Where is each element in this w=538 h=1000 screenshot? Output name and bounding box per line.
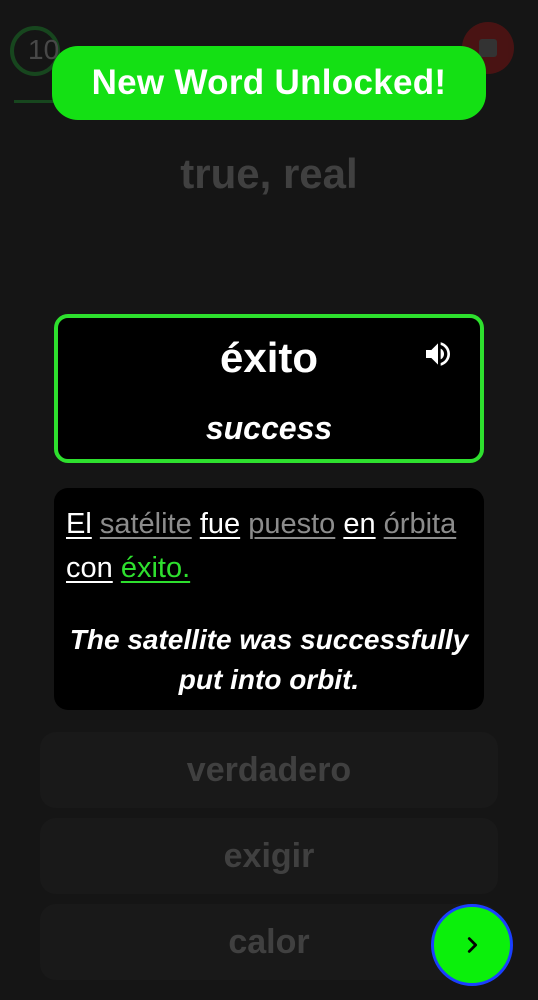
chevron-right-icon bbox=[467, 937, 478, 953]
sentence-word[interactable]: órbita bbox=[384, 508, 457, 540]
answer-option-2[interactable]: exigir bbox=[40, 818, 498, 894]
answer-option-1[interactable]: verdadero bbox=[40, 732, 498, 808]
sentence-word[interactable]: satélite bbox=[100, 508, 192, 540]
spanish-word: éxito bbox=[219, 334, 319, 381]
new-word-banner: New Word Unlocked! bbox=[52, 46, 486, 120]
sentence-word[interactable]: éxito. bbox=[121, 552, 190, 584]
english-translation: success bbox=[205, 410, 333, 446]
answer-option-3[interactable]: calor bbox=[40, 904, 498, 980]
sentence-word[interactable]: El bbox=[66, 508, 92, 540]
spanish-sentence: El satélite fue puesto en órbita con éxi… bbox=[66, 502, 476, 590]
next-button[interactable] bbox=[431, 904, 513, 986]
english-sentence: The satellite was successfully put into … bbox=[69, 624, 469, 695]
word-card: éxito success bbox=[54, 314, 484, 463]
sentence-word[interactable]: con bbox=[66, 552, 113, 584]
speaker-icon[interactable] bbox=[422, 338, 454, 370]
sentence-word[interactable]: puesto bbox=[248, 508, 335, 540]
example-sentence-card: El satélite fue puesto en órbita con éxi… bbox=[54, 488, 484, 710]
stop-icon bbox=[479, 39, 497, 57]
sentence-word[interactable]: fue bbox=[200, 508, 240, 540]
question-text: true, real bbox=[180, 150, 358, 197]
sentence-word[interactable]: en bbox=[343, 508, 375, 540]
